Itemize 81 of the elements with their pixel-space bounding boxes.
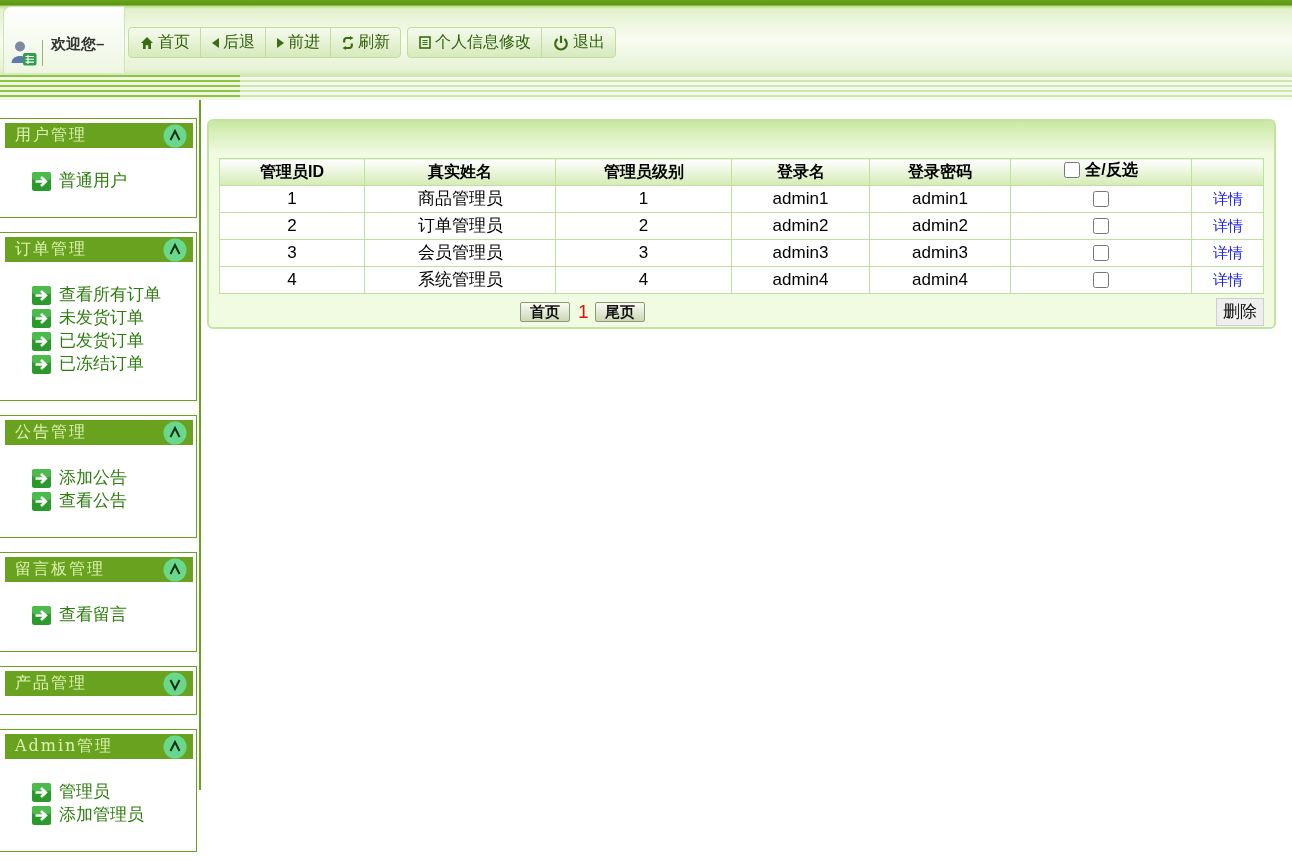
power-icon bbox=[553, 34, 569, 51]
refresh-icon bbox=[342, 35, 354, 50]
sidebar-link[interactable]: 添加公告 bbox=[59, 467, 127, 490]
list-icon bbox=[419, 36, 431, 49]
table-cell: 2 bbox=[219, 212, 365, 240]
arrow-right-icon bbox=[32, 355, 51, 374]
welcome-text: 欢迎您– bbox=[51, 33, 105, 54]
toolbar-button[interactable]: 个人信息修改 bbox=[408, 28, 542, 57]
table-cell: 1 bbox=[555, 185, 732, 213]
arrow-right-icon bbox=[32, 492, 51, 511]
table-cell: 3 bbox=[555, 239, 732, 267]
table-cell: 商品管理员 bbox=[364, 185, 556, 213]
column-header: 真实姓名 bbox=[364, 158, 556, 186]
sidebar-link[interactable]: 查看公告 bbox=[59, 490, 127, 513]
sidebar-link[interactable]: 已发货订单 bbox=[59, 330, 144, 353]
arrow-right-icon bbox=[32, 783, 51, 802]
table-cell: admin3 bbox=[869, 239, 1011, 267]
sidebar-link[interactable]: 已冻结订单 bbox=[59, 353, 144, 376]
caret-right-icon bbox=[277, 37, 284, 48]
table-cell: 2 bbox=[555, 212, 732, 240]
toolbar-button[interactable]: 退出 bbox=[542, 28, 615, 57]
chevron-down-icon[interactable] bbox=[163, 671, 187, 696]
chevron-up-icon[interactable] bbox=[163, 734, 187, 759]
table-cell: 3 bbox=[219, 239, 365, 267]
arrow-right-icon bbox=[32, 286, 51, 305]
arrow-right-icon bbox=[32, 309, 51, 328]
select-all-label: 全/反选 bbox=[1085, 159, 1138, 180]
row-checkbox[interactable] bbox=[1093, 191, 1109, 208]
table-cell: admin1 bbox=[869, 185, 1011, 213]
arrow-right-icon bbox=[32, 606, 51, 625]
toolbar-button[interactable]: 前进 bbox=[266, 28, 331, 57]
select-all-checkbox[interactable] bbox=[1064, 162, 1081, 179]
chevron-up-icon[interactable] bbox=[163, 557, 187, 582]
last-page-button[interactable]: 尾页 bbox=[594, 302, 645, 322]
sidebar-link[interactable]: 未发货订单 bbox=[59, 307, 144, 330]
sidebar-link[interactable]: 添加管理员 bbox=[59, 804, 144, 827]
row-checkbox[interactable] bbox=[1093, 245, 1109, 262]
table-cell: 4 bbox=[219, 266, 365, 294]
sidebar-link[interactable]: 普通用户 bbox=[59, 170, 127, 193]
table-cell: 会员管理员 bbox=[364, 239, 556, 267]
sidebar-link[interactable]: 管理员 bbox=[59, 781, 110, 804]
row-checkbox[interactable] bbox=[1093, 272, 1109, 289]
row-checkbox[interactable] bbox=[1093, 218, 1109, 235]
table-cell: admin2 bbox=[731, 212, 870, 240]
sidebar-title: 公告管理 bbox=[15, 422, 87, 443]
table-cell: 4 bbox=[555, 266, 732, 294]
chevron-up-icon[interactable] bbox=[163, 420, 187, 445]
table-cell: admin3 bbox=[731, 239, 870, 267]
chevron-up-icon[interactable] bbox=[163, 237, 187, 262]
sidebar-title: 订单管理 bbox=[15, 239, 87, 260]
arrow-right-icon bbox=[32, 172, 51, 191]
table-cell: admin1 bbox=[731, 185, 870, 213]
arrow-right-icon bbox=[32, 332, 51, 351]
table-cell: 订单管理员 bbox=[364, 212, 556, 240]
toolbar-button[interactable]: 首页 bbox=[129, 28, 201, 57]
sidebar-title: 用户管理 bbox=[15, 125, 87, 146]
toolbar-button[interactable]: 刷新 bbox=[331, 28, 400, 57]
home-icon bbox=[140, 35, 154, 50]
delete-button[interactable]: 删除 bbox=[1216, 298, 1264, 326]
arrow-right-icon bbox=[32, 806, 51, 825]
table-cell: admin4 bbox=[731, 266, 870, 294]
chevron-up-icon[interactable] bbox=[163, 123, 187, 148]
first-page-button[interactable]: 首页 bbox=[520, 302, 570, 322]
column-header: 登录名 bbox=[731, 158, 870, 186]
toolbar-button[interactable]: 后退 bbox=[201, 28, 266, 57]
current-page-number: 1 bbox=[578, 302, 589, 322]
sidebar-title: 留言板管理 bbox=[15, 559, 105, 580]
sidebar-title: Admin管理 bbox=[15, 736, 114, 757]
table-cell: 系统管理员 bbox=[364, 266, 556, 294]
sidebar-link[interactable]: 查看所有订单 bbox=[59, 284, 161, 307]
column-header: 管理员ID bbox=[219, 158, 365, 186]
table-cell: admin4 bbox=[869, 266, 1011, 294]
table-cell: admin2 bbox=[869, 212, 1011, 240]
column-header: 管理员级别 bbox=[555, 158, 732, 186]
sidebar-link[interactable]: 查看留言 bbox=[59, 604, 127, 627]
arrow-right-icon bbox=[32, 469, 51, 488]
column-header: 登录密码 bbox=[869, 158, 1011, 186]
caret-left-icon bbox=[212, 37, 219, 48]
sidebar-title: 产品管理 bbox=[15, 673, 87, 694]
table-cell: 1 bbox=[219, 185, 365, 213]
user-icon bbox=[11, 39, 37, 66]
